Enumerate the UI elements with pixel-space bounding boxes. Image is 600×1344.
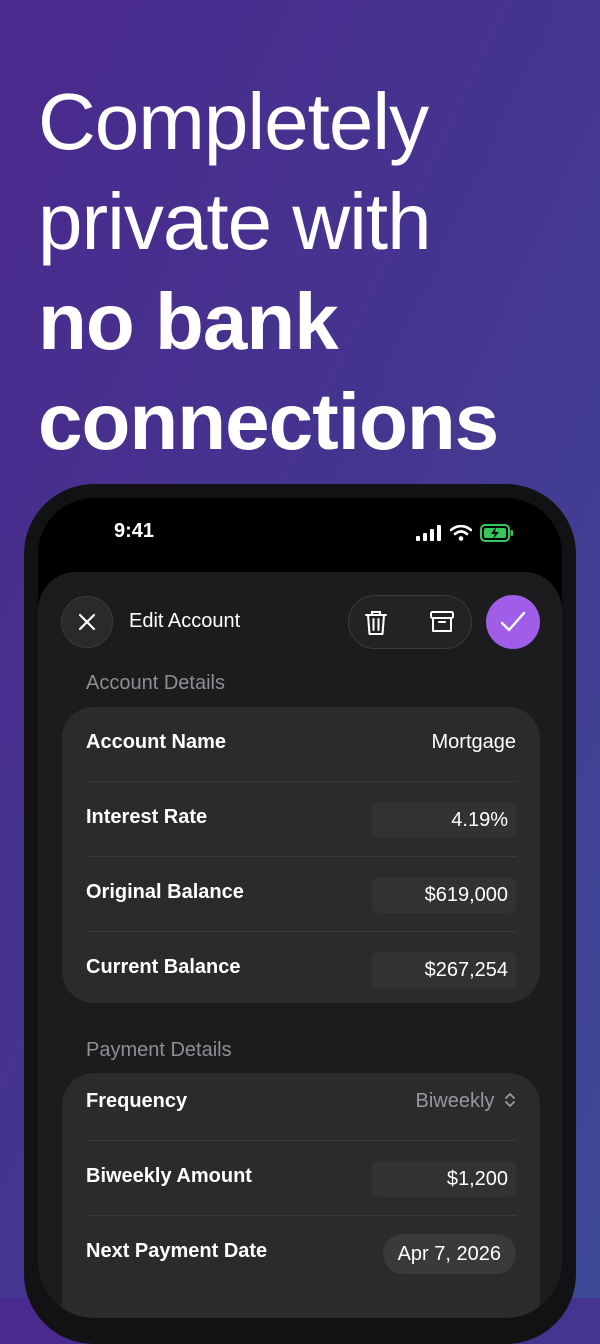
account-name-label: Account Name: [86, 731, 227, 753]
frequency-label: Frequency: [86, 1090, 188, 1112]
action-group: [348, 595, 472, 649]
headline-line-4: connections: [38, 377, 499, 466]
delete-button[interactable]: [363, 609, 389, 642]
account-details-card: Account Name Mortgage Interest Rate 4.19…: [62, 707, 540, 1003]
row-account-name: Account Name Mortgage: [86, 707, 516, 782]
confirm-button[interactable]: [486, 595, 540, 649]
chevron-up-down-icon: [505, 1093, 515, 1107]
row-biweekly-amount: Biweekly Amount $1,200: [86, 1141, 516, 1216]
row-frequency: Frequency Biweekly: [86, 1066, 516, 1141]
headline: Completely private with no bank connecti…: [38, 72, 598, 472]
biweekly-amount-label: Biweekly Amount: [86, 1165, 252, 1187]
frequency-picker[interactable]: Biweekly: [416, 1090, 516, 1113]
headline-line-3: no bank: [38, 277, 339, 366]
status-icons: [416, 524, 514, 542]
headline-line-2: private with: [38, 177, 432, 266]
close-icon: [78, 613, 96, 631]
original-balance-field[interactable]: $619,000: [372, 877, 516, 913]
headline-line-1: Completely: [38, 77, 429, 166]
payment-details-title: Payment Details: [86, 1039, 232, 1061]
battery-charging-icon: [480, 524, 513, 542]
status-time: 9:41: [114, 520, 155, 542]
interest-rate-label: Interest Rate: [86, 806, 208, 828]
sheet-title: Edit Account: [129, 610, 241, 632]
trash-icon: [365, 611, 387, 635]
biweekly-amount-field[interactable]: $1,200: [372, 1161, 516, 1197]
signal-icon: [416, 525, 441, 541]
checkmark-icon: [500, 611, 526, 632]
payment-details-card: Frequency Biweekly Biweekly Amount $1,20…: [62, 1073, 540, 1318]
original-balance-label: Original Balance: [86, 881, 244, 903]
row-interest-rate: Interest Rate 4.19%: [86, 782, 516, 857]
next-payment-date-picker[interactable]: Apr 7, 2026: [382, 1234, 516, 1274]
next-payment-date-label: Next Payment Date: [86, 1240, 268, 1262]
row-current-balance: Current Balance $267,254: [86, 932, 516, 1007]
wifi-icon: [450, 525, 472, 541]
archive-icon: [430, 611, 454, 632]
interest-rate-field[interactable]: 4.19%: [372, 802, 516, 838]
edit-account-sheet: Edit Account Account Details Account Nam…: [38, 572, 562, 1318]
current-balance-label: Current Balance: [86, 956, 241, 978]
frequency-value: Biweekly: [415, 1090, 495, 1112]
close-button[interactable]: [61, 596, 113, 648]
archive-button[interactable]: [429, 609, 455, 640]
phone-screen: 9:41 Edit Account Account Details Accoun…: [38, 498, 562, 1318]
row-original-balance: Original Balance $619,000: [86, 857, 516, 932]
row-next-payment-date: Next Payment Date Apr 7, 2026: [86, 1216, 516, 1291]
account-name-value[interactable]: Mortgage: [432, 731, 517, 754]
account-details-title: Account Details: [86, 672, 225, 694]
current-balance-field[interactable]: $267,254: [372, 952, 516, 988]
